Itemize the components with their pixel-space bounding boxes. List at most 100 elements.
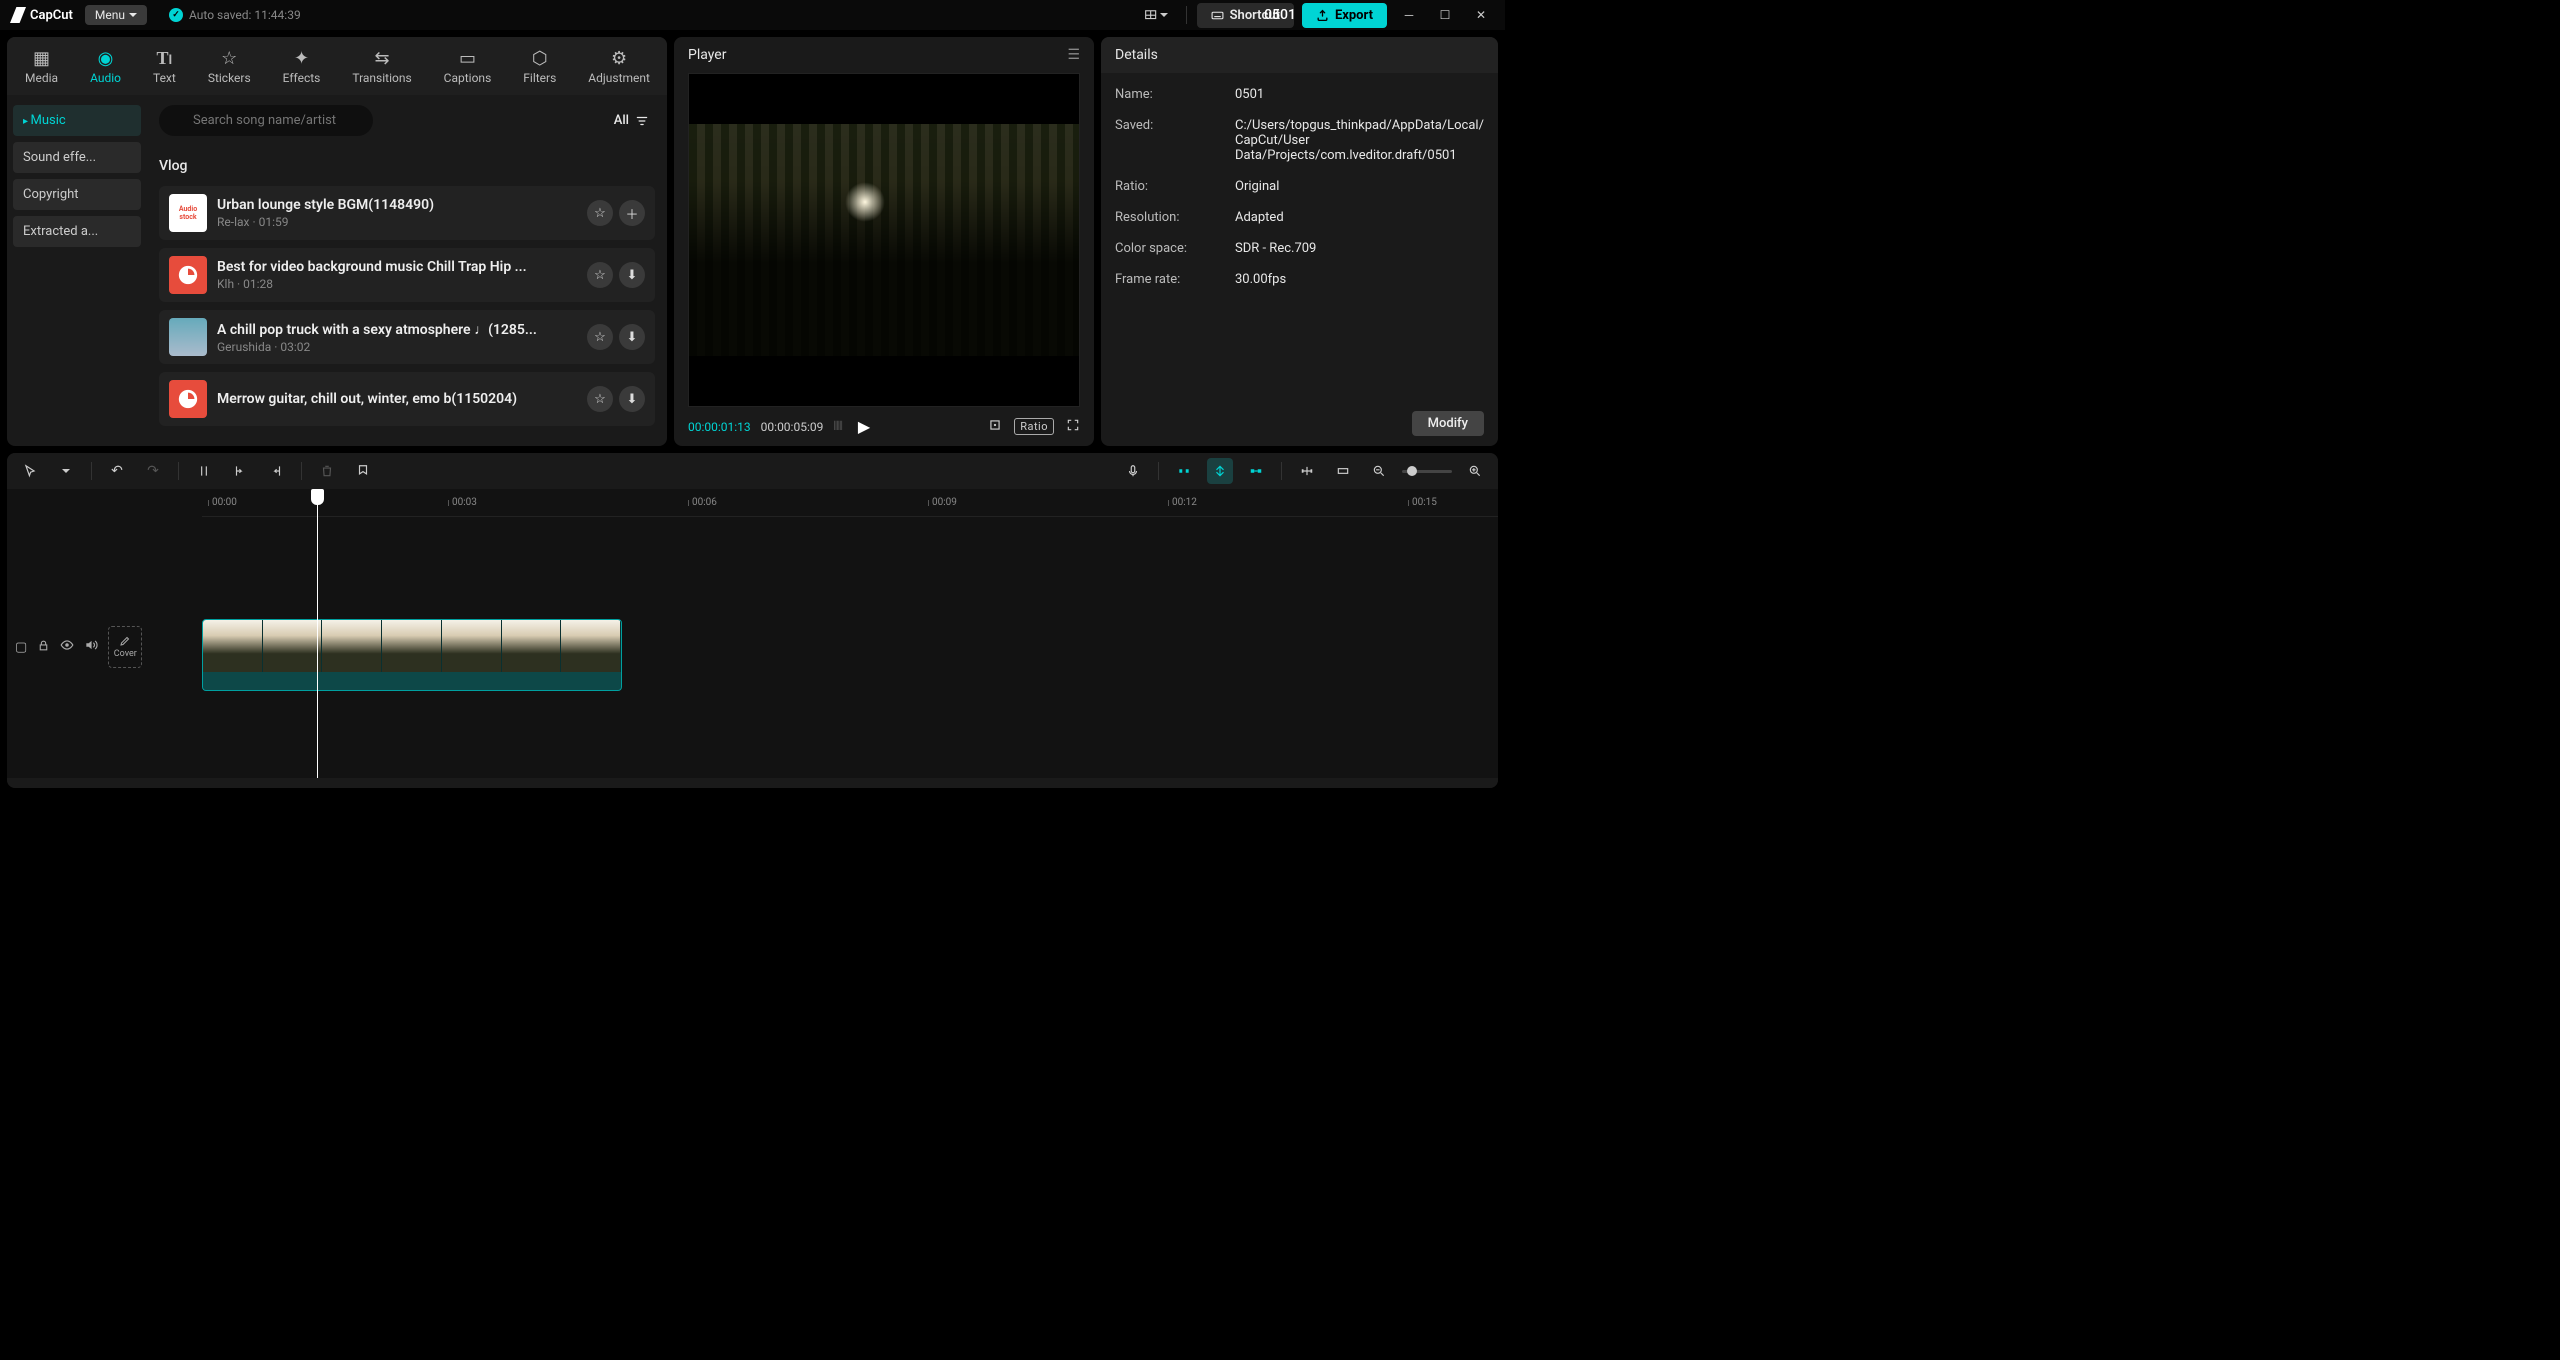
detail-value: Original — [1235, 179, 1484, 194]
scale-icon[interactable] — [988, 418, 1002, 436]
maximize-button[interactable]: ☐ — [1431, 5, 1459, 25]
undo-button[interactable]: ↶ — [104, 458, 130, 484]
song-row[interactable]: A chill pop truck with a sexy atmosphere… — [159, 310, 655, 364]
detail-value: Adapted — [1235, 210, 1484, 225]
detail-label: Saved: — [1115, 118, 1235, 163]
tab-label: Transitions — [352, 71, 411, 85]
track-height-button[interactable] — [1330, 458, 1356, 484]
detail-label: Ratio: — [1115, 179, 1235, 194]
ruler-tick: 00:06 — [692, 497, 717, 508]
tab-media[interactable]: ▦Media — [17, 43, 66, 89]
favorite-button[interactable]: ☆ — [587, 200, 613, 226]
tab-effects[interactable]: ✦Effects — [275, 43, 329, 89]
magnet-main-button[interactable] — [1171, 458, 1197, 484]
split-tool[interactable] — [191, 458, 217, 484]
ratio-button[interactable]: Ratio — [1014, 418, 1054, 435]
sidenav-copyright[interactable]: Copyright — [13, 179, 141, 210]
download-button[interactable]: ⬇ — [619, 262, 645, 288]
sidenav-extracted-audio[interactable]: Extracted a... — [13, 216, 141, 247]
grip-icon[interactable]: ⦀⦀ — [833, 419, 842, 434]
toggle-cover-button[interactable]: ▢ — [15, 640, 27, 655]
tab-filters[interactable]: ⬡Filters — [515, 43, 564, 89]
export-label: Export — [1335, 8, 1373, 23]
favorite-button[interactable]: ☆ — [587, 386, 613, 412]
auto-snap-button[interactable] — [1207, 458, 1233, 484]
menu-button[interactable]: Menu — [85, 5, 147, 25]
timeline-ruler[interactable]: 00:00 00:03 00:06 00:09 00:12 00:15 — [202, 489, 1498, 517]
text-icon: TI — [153, 47, 175, 69]
clip-thumbnails — [203, 620, 621, 672]
search-input[interactable] — [159, 105, 373, 136]
favorite-button[interactable]: ☆ — [587, 262, 613, 288]
mic-record-button[interactable] — [1120, 458, 1146, 484]
filters-icon: ⬡ — [529, 47, 551, 69]
lock-track-button[interactable] — [37, 639, 50, 656]
song-row[interactable]: Audiostock Urban lounge style BGM(114849… — [159, 186, 655, 240]
preview-axis-button[interactable] — [1294, 458, 1320, 484]
video-clip[interactable]: Sunlight breaks through the crowns of pi… — [202, 619, 622, 691]
mute-button[interactable] — [84, 638, 98, 656]
song-info: Merrow guitar, chill out, winter, emo b(… — [217, 391, 577, 407]
details-panel: Details Name:0501 Saved:C:/Users/topgus_… — [1101, 37, 1498, 446]
main-row: ▦Media ◉Audio TIText ☆Stickers ✦Effects … — [0, 30, 1505, 446]
autosave-status: ✓ Auto saved: 11:44:39 — [169, 8, 301, 22]
playhead-line — [317, 489, 318, 778]
play-button[interactable]: ▶ — [858, 417, 870, 436]
zoom-slider[interactable] — [1402, 470, 1452, 473]
favorite-button[interactable]: ☆ — [587, 324, 613, 350]
selection-mode-dropdown[interactable] — [53, 458, 79, 484]
timeline-scrollbar[interactable] — [7, 778, 1498, 788]
song-info: Best for video background music Chill Tr… — [217, 259, 577, 291]
close-button[interactable]: ✕ — [1467, 5, 1495, 25]
delete-tool[interactable] — [314, 458, 340, 484]
separator — [1186, 6, 1187, 24]
song-meta: Re-lax · 01:59 — [217, 215, 577, 229]
tab-stickers[interactable]: ☆Stickers — [200, 43, 259, 89]
ruler-tick: 00:12 — [1172, 497, 1197, 508]
marker-tool[interactable] — [350, 458, 376, 484]
minimize-button[interactable]: ─ — [1395, 5, 1423, 25]
fullscreen-icon[interactable] — [1066, 418, 1080, 436]
sidenav-music[interactable]: Music — [13, 105, 141, 136]
song-title: Best for video background music Chill Tr… — [217, 259, 577, 275]
player-canvas[interactable] — [688, 73, 1080, 407]
download-button[interactable]: ⬇ — [619, 324, 645, 350]
visibility-button[interactable] — [60, 638, 74, 656]
detail-value: SDR - Rec.709 — [1235, 241, 1484, 256]
zoom-in-button[interactable] — [1462, 458, 1488, 484]
selection-tool[interactable] — [17, 458, 43, 484]
filter-all-button[interactable]: All — [608, 113, 655, 128]
timeline-panel: ↶ ↷ ▢ — [7, 453, 1498, 788]
song-row[interactable]: Merrow guitar, chill out, winter, emo b(… — [159, 372, 655, 426]
linkage-button[interactable] — [1243, 458, 1269, 484]
tab-audio[interactable]: ◉Audio — [82, 43, 129, 89]
modify-button[interactable]: Modify — [1412, 411, 1484, 436]
tab-captions[interactable]: ▭Captions — [436, 43, 500, 89]
add-button[interactable]: ＋ — [619, 200, 645, 226]
player-controls: 00:00:01:13 00:00:05:09 ⦀⦀ ▶ Ratio — [674, 407, 1094, 446]
sidenav-sound-effects[interactable]: Sound effe... — [13, 142, 141, 173]
zoom-out-button[interactable] — [1366, 458, 1392, 484]
layout-preset-button[interactable] — [1136, 4, 1175, 27]
song-row[interactable]: Best for video background music Chill Tr… — [159, 248, 655, 302]
tab-label: Text — [153, 71, 176, 85]
app-logo: CapCut — [10, 7, 73, 23]
pencil-icon — [119, 635, 131, 647]
trim-right-tool[interactable] — [263, 458, 289, 484]
song-meta: Klh · 01:28 — [217, 277, 577, 291]
export-button[interactable]: Export — [1302, 3, 1387, 28]
download-button[interactable]: ⬇ — [619, 386, 645, 412]
player-title: Player — [688, 47, 726, 63]
player-menu-icon[interactable]: ☰ — [1067, 47, 1080, 63]
redo-button[interactable]: ↷ — [140, 458, 166, 484]
chevron-down-icon — [129, 8, 137, 22]
playhead-handle[interactable] — [311, 489, 324, 505]
player-header: Player ☰ — [674, 37, 1094, 73]
trim-left-tool[interactable] — [227, 458, 253, 484]
tab-text[interactable]: TI Text — [145, 43, 184, 89]
time-duration: 00:00:05:09 — [761, 420, 824, 434]
tab-transitions[interactable]: ⇆Transitions — [344, 43, 419, 89]
tab-adjustment[interactable]: ⚙Adjustment — [580, 43, 658, 89]
cover-button[interactable]: Cover — [108, 626, 142, 668]
timeline-tracks[interactable]: 00:00 00:03 00:06 00:09 00:12 00:15 Sunl… — [202, 489, 1498, 778]
